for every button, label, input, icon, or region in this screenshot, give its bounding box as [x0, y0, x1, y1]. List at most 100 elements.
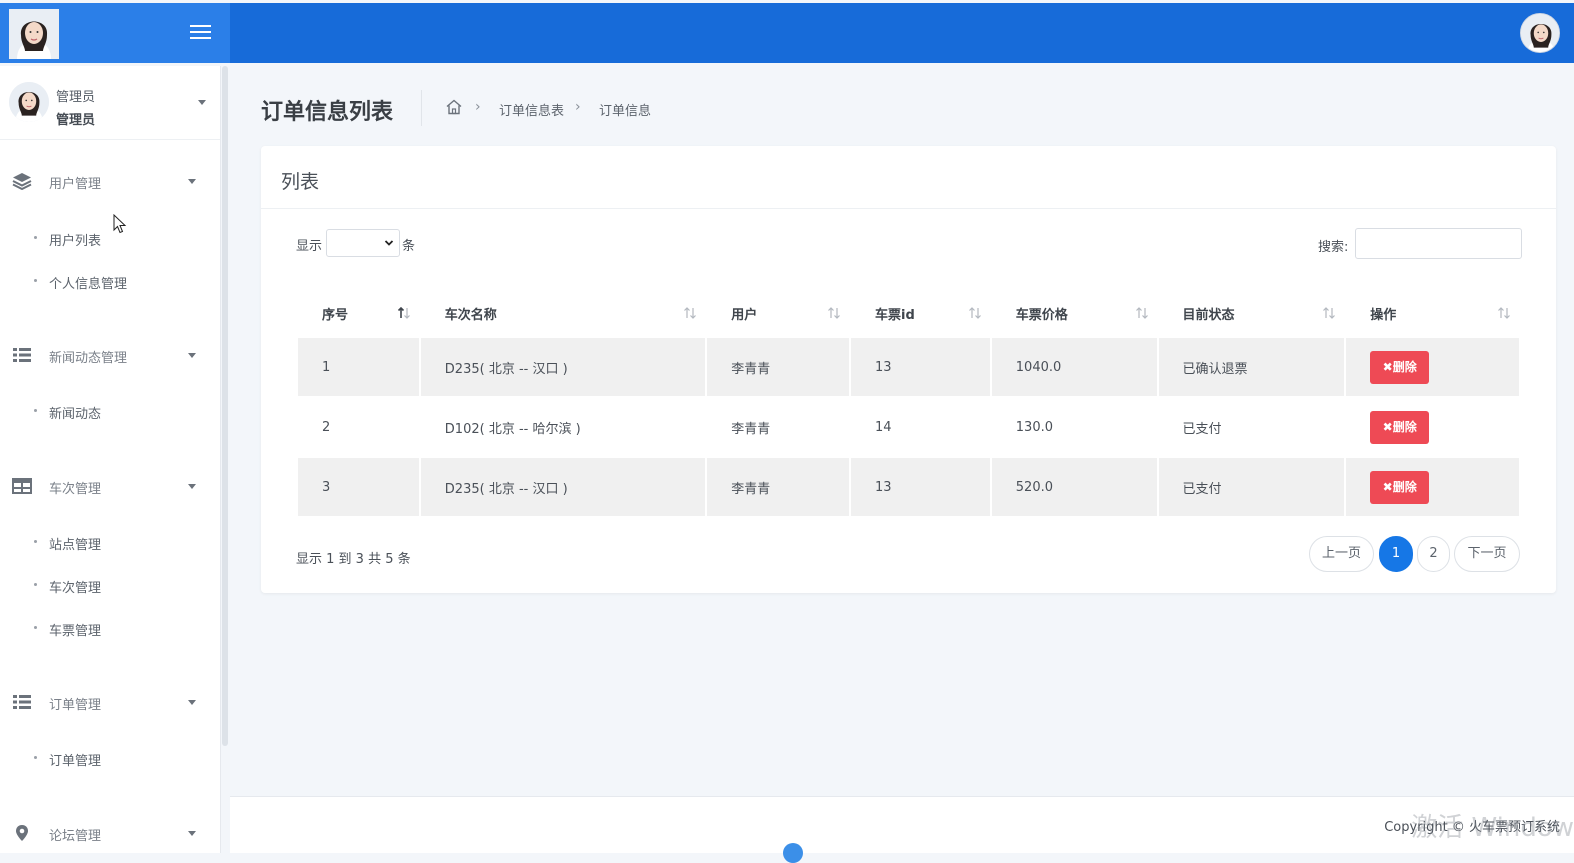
- bullet-icon: [34, 626, 37, 629]
- chevron-down-icon: [188, 353, 196, 358]
- user-avatar-icon[interactable]: [1520, 13, 1560, 53]
- chevron-right-icon: ›: [475, 99, 481, 115]
- list-card: 列表 显示 条 搜索: 序号 车次名称 用户 车票id 车票价格 目前状态 操作…: [261, 146, 1556, 593]
- search-input[interactable]: [1355, 228, 1522, 259]
- sidebar-group-trains[interactable]: 车次管理: [0, 471, 220, 501]
- sidebar-item-tickets[interactable]: 车票管理: [0, 615, 220, 641]
- sort-icon: [1498, 307, 1510, 319]
- sidebar-item-profile[interactable]: 个人信息管理: [0, 268, 220, 294]
- table-header-row: 序号 车次名称 用户 车票id 车票价格 目前状态 操作: [298, 290, 1519, 336]
- sort-asc-icon: [397, 306, 410, 319]
- cell-user: 李青青: [707, 398, 850, 456]
- column-header-price[interactable]: 车票价格: [992, 290, 1157, 336]
- search-label: 搜索:: [1318, 240, 1349, 255]
- page-button[interactable]: 2: [1417, 536, 1450, 572]
- sidebar: 管理员 管理员 用户管理 用户列表 个人信息管理 新闻动态管理 新闻动态 车次管…: [0, 66, 221, 853]
- sidebar-item-news[interactable]: 新闻动态: [0, 398, 220, 424]
- sidebar-item-label: 订单管理: [49, 754, 102, 769]
- sidebar-group-orders[interactable]: 订单管理: [0, 687, 220, 717]
- sidebar-item-stations[interactable]: 站点管理: [0, 529, 220, 555]
- list-icon: [13, 348, 31, 362]
- sidebar-item-label: 车票管理: [49, 624, 102, 639]
- top-navbar: [0, 3, 1574, 63]
- cell-train: D102( 北京 -- 哈尔滨 ): [420, 398, 706, 456]
- sidebar-group-users[interactable]: 用户管理: [0, 166, 220, 196]
- delete-button[interactable]: ✖删除: [1370, 470, 1430, 504]
- scroll-top-button[interactable]: [783, 843, 803, 863]
- bullet-icon: [34, 756, 37, 759]
- column-header-no[interactable]: 序号: [298, 290, 419, 336]
- cell-user: 李青青: [707, 338, 850, 396]
- chevron-down-icon[interactable]: [198, 100, 206, 105]
- breadcrumb-item[interactable]: 订单信息表: [499, 100, 564, 119]
- sidebar-scrollbar[interactable]: [222, 66, 228, 746]
- sidebar-item-trains[interactable]: 车次管理: [0, 572, 220, 598]
- user-name: 管理员: [56, 90, 96, 105]
- divider: [421, 90, 422, 126]
- cell-price: 130.0: [991, 398, 1157, 456]
- delete-button[interactable]: ✖删除: [1370, 410, 1430, 444]
- hamburger-icon[interactable]: [188, 21, 214, 47]
- cell-ticket-id: 13: [851, 338, 990, 396]
- user-avatar-icon: [9, 82, 49, 122]
- page-length-select[interactable]: [326, 229, 400, 257]
- chevron-down-icon: [384, 240, 394, 246]
- bullet-icon: [34, 583, 37, 586]
- sidebar-group-label: 论坛管理: [49, 829, 102, 844]
- cell-train: D235( 北京 -- 汉口 ): [420, 458, 706, 516]
- cell-action: ✖删除: [1346, 458, 1519, 516]
- prev-page-button[interactable]: 上一页: [1309, 536, 1374, 572]
- chevron-down-icon: [188, 179, 196, 184]
- sort-icon: [828, 307, 840, 319]
- cell-action: ✖删除: [1346, 338, 1519, 396]
- column-header-label: 目前状态: [1182, 307, 1235, 323]
- chevron-down-icon: [188, 831, 196, 836]
- delete-button[interactable]: ✖删除: [1370, 350, 1430, 384]
- sort-icon: [1135, 307, 1148, 319]
- table-row: 3 D235( 北京 -- 汉口 ) 李青青 13 520.0 已支付 ✖删除: [298, 458, 1519, 516]
- sidebar-group-label: 新闻动态管理: [49, 351, 128, 366]
- cell-status: 已支付: [1158, 398, 1345, 456]
- card-header: 列表: [261, 146, 1556, 209]
- table-row: 2 D102( 北京 -- 哈尔滨 ) 李青青 14 130.0 已支付 ✖删除: [298, 398, 1519, 456]
- column-header-ticket-id[interactable]: 车票id: [851, 290, 990, 336]
- column-header-train[interactable]: 车次名称: [421, 290, 705, 336]
- sidebar-group-label: 订单管理: [49, 698, 102, 713]
- column-header-user[interactable]: 用户: [707, 290, 849, 336]
- sidebar-item-user-list[interactable]: 用户列表: [0, 225, 220, 251]
- column-header-action[interactable]: 操作: [1346, 290, 1519, 336]
- sidebar-group-forum[interactable]: 论坛管理: [0, 818, 220, 848]
- list-icon: [13, 695, 31, 709]
- sidebar-item-label: 站点管理: [49, 538, 102, 553]
- next-page-button[interactable]: 下一页: [1454, 536, 1520, 572]
- sidebar-item-orders[interactable]: 订单管理: [0, 745, 220, 771]
- user-avatar-icon[interactable]: [9, 9, 59, 59]
- breadcrumb-item-current: 订单信息: [599, 104, 652, 119]
- cell-status: 已支付: [1158, 458, 1345, 516]
- sidebar-group-news[interactable]: 新闻动态管理: [0, 340, 220, 370]
- cell-ticket-id: 14: [851, 398, 990, 456]
- sidebar-item-label: 新闻动态: [49, 407, 102, 422]
- map-pin-icon: [16, 825, 28, 841]
- sort-icon: [1323, 307, 1336, 319]
- orders-table: 序号 车次名称 用户 车票id 车票价格 目前状态 操作 1 D235(北京 …: [296, 288, 1521, 518]
- chevron-down-icon: [188, 484, 196, 489]
- page-button-current[interactable]: 1: [1379, 536, 1413, 572]
- sidebar-item-label: 车次管理: [49, 581, 102, 596]
- cell-action: ✖删除: [1346, 398, 1519, 456]
- column-header-status[interactable]: 目前状态: [1159, 290, 1345, 336]
- sidebar-user[interactable]: 管理员 管理员: [0, 66, 220, 140]
- column-header-label: 车票id: [875, 307, 915, 323]
- cell-price: 1040.0: [991, 338, 1157, 396]
- sidebar-group-label: 车次管理: [49, 482, 102, 497]
- cell-no: 1: [298, 338, 419, 396]
- footer: Copyright © 火车票预订系统 激活 Window: [230, 796, 1574, 853]
- layers-icon: [12, 173, 32, 190]
- page-length-label: 显示: [296, 239, 323, 254]
- chevron-down-icon: [188, 700, 196, 705]
- cell-price: 520.0: [991, 458, 1157, 516]
- sort-icon: [684, 307, 697, 319]
- bullet-icon: [34, 236, 37, 239]
- home-icon[interactable]: [445, 98, 463, 116]
- sort-icon: [968, 307, 981, 319]
